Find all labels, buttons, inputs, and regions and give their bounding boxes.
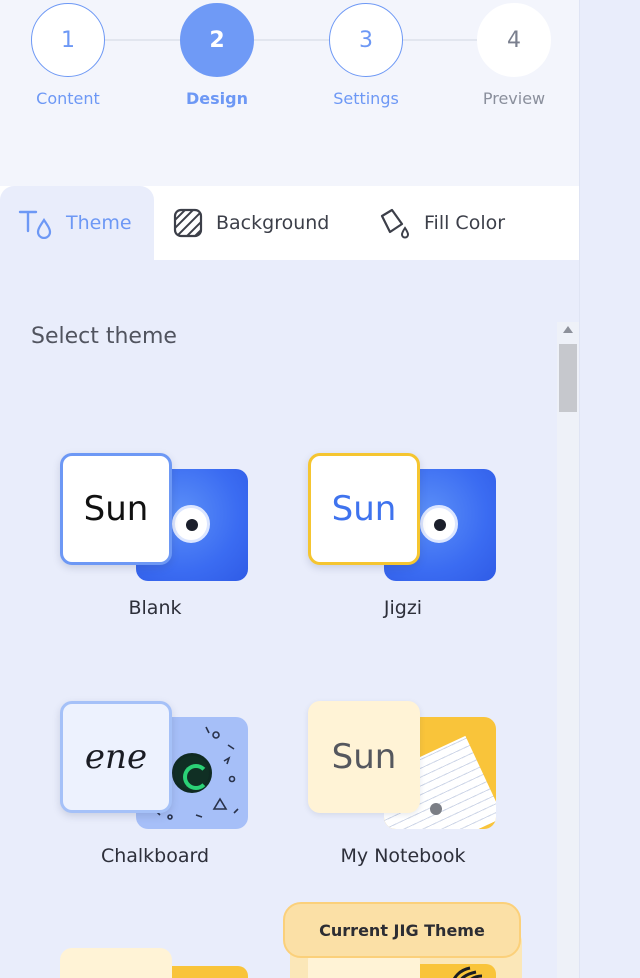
theme-card-my-notebook[interactable]: Sun My Notebook [308,701,508,867]
doodle-icon [452,966,483,978]
theme-preview-text: Sun [308,701,420,813]
step-label: Content [36,89,100,108]
theme-label: Chalkboard [100,845,210,867]
step-label: Preview [482,89,546,108]
theme-preview-text: Sun [308,453,420,565]
theme-label: Blank [128,597,182,619]
step-label: Design [186,89,248,108]
theme-card-jigzi[interactable]: Sun Jigzi [308,453,508,619]
step-connector [105,39,180,41]
step-number: 1 [31,3,105,77]
step-connector [402,39,478,41]
step-preview[interactable]: 4 Preview [477,3,551,108]
eye-icon [420,505,458,543]
text-drop-icon [18,207,54,239]
scrollbar[interactable] [557,322,579,978]
design-tabs: Theme Background Fill Color [0,186,579,260]
step-design[interactable]: 2 Design [180,3,254,108]
step-connector [253,39,329,41]
eye-icon [430,803,442,815]
current-theme-badge: Current JIG Theme [283,902,521,958]
section-title: Select theme [31,324,177,349]
step-settings[interactable]: 3 Settings [329,3,403,108]
scroll-thumb[interactable] [559,344,577,412]
step-number: 4 [477,3,551,77]
theme-card-partial[interactable] [60,948,172,978]
step-number: 3 [329,3,403,77]
theme-card-partial-back [172,966,248,978]
tab-fill-color[interactable]: Fill Color [378,186,505,260]
theme-card-chalkboard[interactable]: ene Chalkboard [60,701,260,867]
theme-preview-text: Sun [60,453,172,565]
current-theme-preview-back [420,964,496,978]
tab-label: Background [216,212,330,234]
paint-bucket-icon [378,206,412,240]
eye-icon [172,753,212,793]
tab-theme[interactable]: Theme [0,186,154,260]
design-panel: 1 Content 2 Design 3 Settings 4 Preview … [0,0,580,978]
step-number: 2 [180,3,254,77]
theme-card-blank[interactable]: Sun Blank [60,453,260,619]
step-label: Settings [333,89,399,108]
scroll-up-icon[interactable] [563,326,573,333]
theme-label: My Notebook [340,845,466,867]
tab-background[interactable]: Background [172,186,329,260]
theme-content: Select theme Sun Blank Sun Jigzi ene Cha… [0,260,579,978]
theme-label: Jigzi [383,597,423,619]
theme-preview-text: ene [60,701,172,813]
hatched-square-icon [172,207,204,239]
eye-icon [172,505,210,543]
tab-label: Fill Color [424,212,506,234]
step-content[interactable]: 1 Content [31,3,105,108]
tab-label: Theme [66,212,132,234]
progress-stepper: 1 Content 2 Design 3 Settings 4 Preview [0,0,579,130]
